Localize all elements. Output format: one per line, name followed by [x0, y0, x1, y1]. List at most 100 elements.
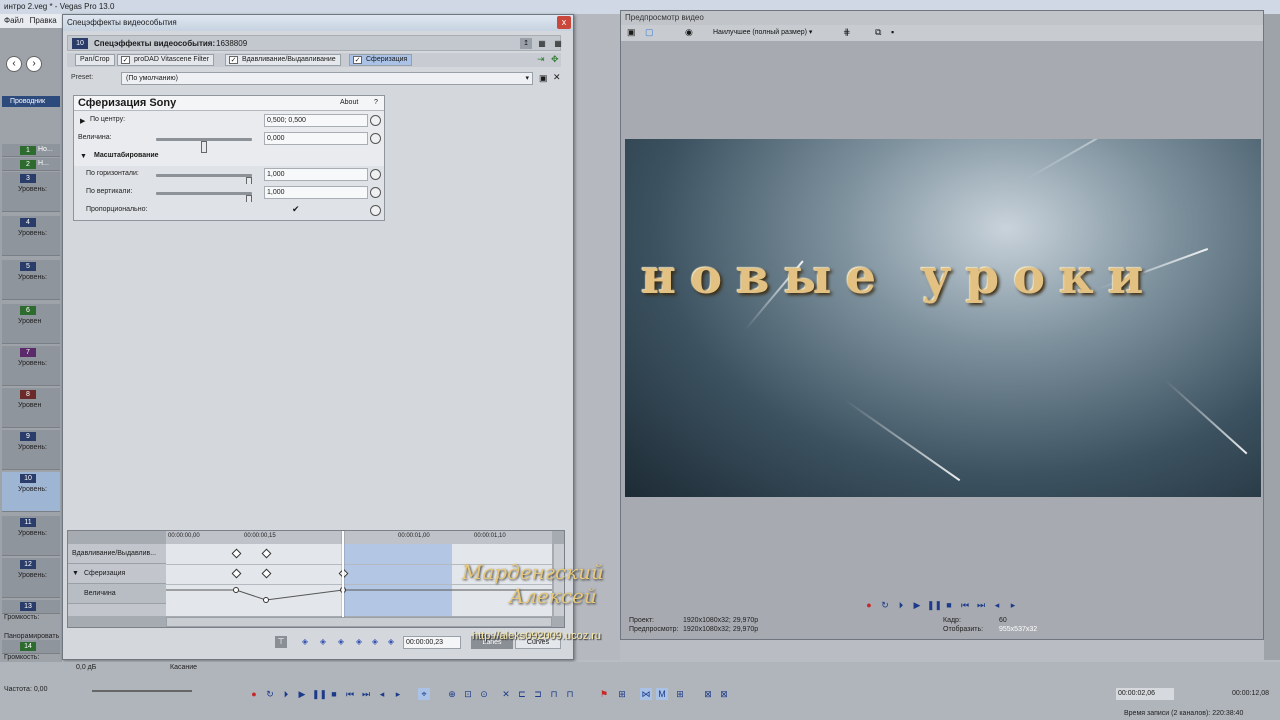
snap-icon[interactable]: ⊞: [616, 688, 628, 700]
trim-icon[interactable]: ⊏: [516, 688, 528, 700]
kf-row-spherize[interactable]: ▼ Сферизация: [68, 564, 166, 584]
chain-pan-crop-button[interactable]: Pan/Crop: [75, 54, 115, 66]
track-header[interactable]: 6 Уровен: [2, 304, 60, 344]
play-from-start-icon[interactable]: ⏵: [895, 599, 907, 611]
pause-icon[interactable]: ❚❚: [927, 599, 942, 611]
marker-icon[interactable]: ⊓: [564, 688, 576, 700]
track-header[interactable]: 1 Но...: [2, 144, 60, 157]
chain-prodad-button[interactable]: ✓ proDAD Vitascene Filter: [117, 54, 214, 66]
keyframe-point[interactable]: [263, 597, 269, 603]
lock-envelopes-icon[interactable]: M: [656, 688, 668, 700]
checkbox-icon[interactable]: ✓: [121, 56, 130, 64]
play-icon[interactable]: ▶: [296, 688, 308, 700]
magnitude-input[interactable]: 0,000: [264, 132, 368, 145]
keyframe-marker[interactable]: [231, 568, 242, 579]
crossfade-icon[interactable]: ⊠: [702, 688, 714, 700]
about-button[interactable]: About: [340, 99, 358, 106]
vertical-input[interactable]: 1,000: [264, 186, 368, 199]
lock-icon[interactable]: ⊓: [548, 688, 560, 700]
keyframe-ruler[interactable]: 00:00:00,00 00:00:00,15 00:00:01,00 00:0…: [166, 531, 552, 544]
split-screen-icon[interactable]: ◉: [685, 27, 693, 38]
fx-plugin-icon[interactable]: ✥: [551, 54, 559, 65]
go-to-end-icon[interactable]: ⏭: [975, 599, 987, 611]
delete-icon[interactable]: ✕: [500, 688, 512, 700]
ignore-grouping-icon[interactable]: ⊞: [674, 688, 686, 700]
prev-frame-icon[interactable]: ◂: [991, 599, 1003, 611]
next-keyframe-icon[interactable]: ◈: [369, 636, 381, 648]
explorer-tab[interactable]: Проводник: [2, 96, 60, 107]
keyframe-point[interactable]: [233, 587, 239, 593]
kf-row-magnitude[interactable]: Величина: [68, 584, 166, 604]
prev-keyframe-icon[interactable]: ◈: [317, 636, 329, 648]
flag-icon[interactable]: ⚑: [598, 688, 610, 700]
menu-edit[interactable]: Правка: [30, 16, 57, 25]
proportional-checkbox[interactable]: ✔: [292, 205, 302, 215]
current-time-display[interactable]: 00:00:02,06: [1116, 688, 1174, 700]
record-icon[interactable]: ●: [248, 688, 260, 700]
preview-titlebar[interactable]: Предпросмотр видео: [621, 11, 1263, 25]
grid-icon-2[interactable]: ▦: [552, 38, 564, 49]
track-header[interactable]: 8 Уровен: [2, 388, 60, 428]
track-name[interactable]: Но...: [38, 146, 53, 153]
track-header[interactable]: 9 Уровень:: [2, 430, 60, 470]
vertical-slider[interactable]: [156, 192, 252, 207]
collapse-triangle-icon[interactable]: ▼: [72, 564, 79, 583]
track-header[interactable]: 14 Громкость:: [2, 640, 60, 661]
help-button[interactable]: ?: [374, 99, 378, 106]
track-header[interactable]: 7 Уровень:: [2, 346, 60, 386]
close-button[interactable]: x: [557, 16, 571, 29]
envelope-tool-icon[interactable]: ⊕: [446, 688, 458, 700]
kf-row-pinch[interactable]: Вдавливание/Выдавлив...: [68, 544, 166, 564]
overlays-icon[interactable]: ⋕: [843, 27, 851, 38]
animate-clock-icon[interactable]: [370, 205, 381, 216]
external-monitor-icon[interactable]: ▢: [645, 27, 654, 38]
horizontal-slider[interactable]: [156, 174, 252, 189]
track-name[interactable]: Н...: [38, 160, 49, 167]
prev-frame-icon[interactable]: ◂: [376, 688, 388, 700]
normal-edit-tool-icon[interactable]: ⌖: [418, 688, 430, 700]
forward-button[interactable]: ›: [26, 56, 42, 72]
record-icon[interactable]: ●: [863, 599, 875, 611]
sync-cursor-icon[interactable]: ⊤: [275, 636, 287, 648]
selection-tool-icon[interactable]: ⊡: [462, 688, 474, 700]
track-header[interactable]: 13 Громкость:: [2, 600, 60, 621]
add-keyframe-icon[interactable]: ◈: [335, 636, 347, 648]
last-keyframe-icon[interactable]: ◈: [385, 636, 397, 648]
split-icon[interactable]: ⊐: [532, 688, 544, 700]
animate-clock-icon[interactable]: [370, 169, 381, 180]
save-preset-icon[interactable]: ▣: [539, 73, 548, 84]
go-to-end-icon[interactable]: ⏭: [360, 688, 372, 700]
animate-clock-icon[interactable]: [370, 115, 381, 126]
auto-crossfade-icon[interactable]: ⊠: [718, 688, 730, 700]
right-scroll-strip[interactable]: [1264, 14, 1280, 660]
chain-spherize-button[interactable]: ✓ Сферизация: [349, 54, 413, 66]
preset-select[interactable]: (По умолчанию) ▾: [121, 72, 533, 85]
horizontal-input[interactable]: 1,000: [264, 168, 368, 181]
magnitude-slider[interactable]: [156, 138, 252, 153]
save-snapshot-icon[interactable]: ▪: [891, 27, 894, 37]
animate-clock-icon[interactable]: [370, 187, 381, 198]
track-header[interactable]: 5 Уровень:: [2, 260, 60, 300]
grid-icon[interactable]: ▦: [536, 38, 548, 49]
preview-quality-select[interactable]: Наилучшее (полный размер) ▾: [713, 27, 812, 39]
checkbox-icon[interactable]: ✓: [353, 56, 362, 64]
expand-triangle-icon[interactable]: ▶: [80, 117, 85, 125]
chain-pinch-punch-button[interactable]: ✓ Вдавливание/Выдавливание: [225, 54, 341, 66]
pause-icon[interactable]: ❚❚: [312, 688, 327, 700]
next-frame-icon[interactable]: ▸: [392, 688, 404, 700]
track-header[interactable]: 2 Н...: [2, 158, 60, 171]
track-header[interactable]: 10 Уровень:: [2, 472, 60, 512]
track-header[interactable]: 4 Уровень:: [2, 216, 60, 256]
fx-window-titlebar[interactable]: Спецэффекты видеособытия x: [63, 15, 573, 31]
add-fx-icon[interactable]: ⇥: [537, 54, 545, 65]
auto-ripple-icon[interactable]: ⋈: [640, 688, 652, 700]
rate-slider[interactable]: [92, 690, 192, 692]
delete-preset-icon[interactable]: ✕: [553, 72, 561, 83]
next-frame-icon[interactable]: ▸: [1007, 599, 1019, 611]
loop-icon[interactable]: ↻: [264, 688, 276, 700]
play-from-start-icon[interactable]: ⏵: [280, 688, 292, 700]
delete-keyframe-icon[interactable]: ◈: [353, 636, 365, 648]
keyframe-marker[interactable]: [231, 548, 242, 559]
keyframe-time-input[interactable]: 00:00:00,23: [403, 636, 461, 649]
back-button[interactable]: ‹: [6, 56, 22, 72]
